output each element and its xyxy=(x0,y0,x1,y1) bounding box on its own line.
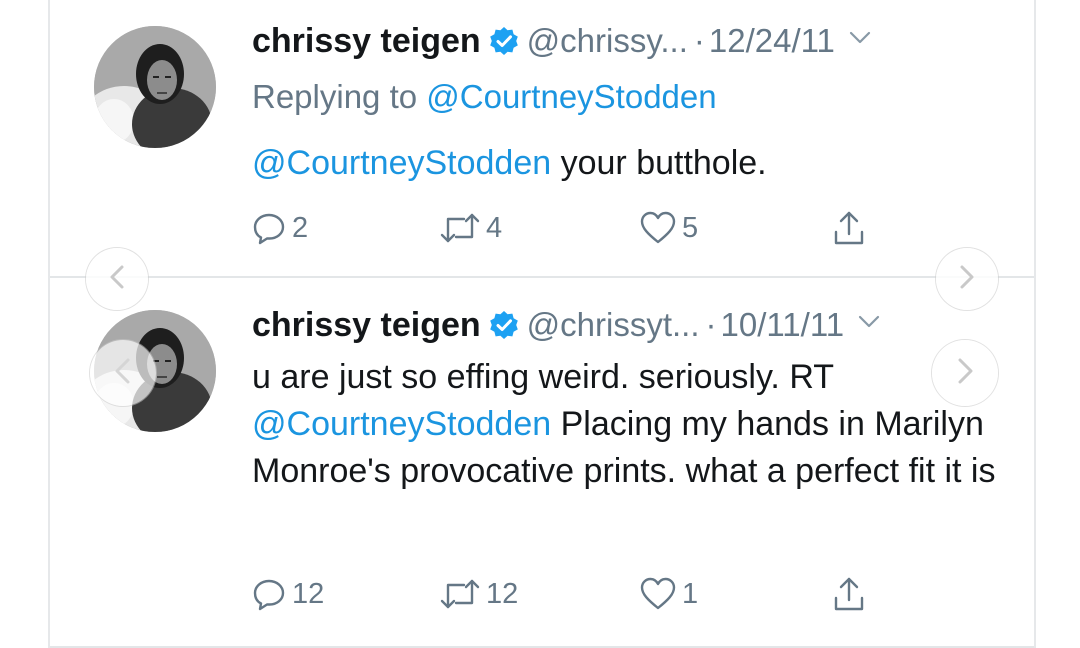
retweet-count: 12 xyxy=(486,577,519,610)
author-handle[interactable]: @chrissy... xyxy=(527,22,688,59)
replying-handle-link[interactable]: @CourtneyStodden xyxy=(426,78,716,115)
retweet-button[interactable]: 12 xyxy=(440,574,518,614)
heart-icon xyxy=(640,211,676,245)
like-button[interactable]: 1 xyxy=(640,574,698,614)
chevron-down-icon[interactable] xyxy=(858,314,880,330)
retweet-button[interactable]: 4 xyxy=(440,208,502,248)
mention-link[interactable]: @CourtneyStodden xyxy=(252,144,551,182)
like-count: 1 xyxy=(682,577,699,610)
share-button[interactable] xyxy=(832,574,866,614)
author-name[interactable]: chrissy teigen xyxy=(252,22,481,60)
share-button[interactable] xyxy=(832,208,866,248)
replying-prefix: Replying to xyxy=(252,78,427,115)
chevron-left-icon xyxy=(112,357,134,390)
tweet-header: chrissy teigen @chrissy... · 12/24/11 xyxy=(252,22,871,72)
retweet-icon xyxy=(440,211,480,245)
carousel-next-button[interactable] xyxy=(932,340,998,406)
share-icon xyxy=(832,576,866,612)
share-icon xyxy=(832,210,866,246)
tweet-actions: 2 4 5 xyxy=(252,208,892,248)
tweet-date[interactable]: 10/11/11 xyxy=(721,306,845,343)
reply-button[interactable]: 12 xyxy=(252,574,324,614)
author-name[interactable]: chrissy teigen xyxy=(252,306,481,344)
chevron-left-icon xyxy=(107,264,127,295)
author-handle[interactable]: @chrissyt... xyxy=(527,306,700,343)
chevron-right-icon xyxy=(954,357,976,390)
reply-count: 2 xyxy=(292,211,309,244)
separator: · xyxy=(693,22,705,59)
tweet-text-content: u are just so effing weird. seriously. R… xyxy=(252,358,834,396)
verified-badge-icon xyxy=(489,26,519,56)
tweet-2[interactable]: chrissy teigen @chrissyt... · 10/11/11 u ar… xyxy=(50,278,1034,648)
avatar[interactable] xyxy=(94,26,216,148)
tweet-thread: chrissy teigen @chrissy... · 12/24/11 Reply… xyxy=(48,0,1036,648)
tweet-text-content: your butthole. xyxy=(551,144,767,182)
reply-icon xyxy=(252,577,286,611)
carousel-prev-button[interactable] xyxy=(90,340,156,406)
reply-button[interactable]: 2 xyxy=(252,208,308,248)
separator: · xyxy=(705,306,717,343)
heart-icon xyxy=(640,577,676,611)
chevron-right-icon xyxy=(957,264,977,295)
reply-icon xyxy=(252,211,286,245)
carousel-prev-button[interactable] xyxy=(86,248,148,310)
tweet-text: u are just so effing weird. seriously. R… xyxy=(252,354,1012,495)
retweet-icon xyxy=(440,577,480,611)
tweet-1[interactable]: chrissy teigen @chrissy... · 12/24/11 Reply… xyxy=(50,0,1034,278)
chevron-down-icon[interactable] xyxy=(849,30,871,46)
mention-link[interactable]: @CourtneyStodden xyxy=(252,405,551,443)
tweet-date[interactable]: 12/24/11 xyxy=(709,22,835,59)
replying-to: Replying to @CourtneyStodden xyxy=(252,78,717,116)
retweet-count: 4 xyxy=(486,211,503,244)
carousel-next-button[interactable] xyxy=(936,248,998,310)
tweet-text: @CourtneyStodden your butthole. xyxy=(252,140,767,187)
like-count: 5 xyxy=(682,211,699,244)
reply-count: 12 xyxy=(292,577,325,610)
verified-badge-icon xyxy=(489,310,519,340)
like-button[interactable]: 5 xyxy=(640,208,698,248)
tweet-actions: 12 12 1 xyxy=(252,574,892,614)
tweet-header: chrissy teigen @chrissyt... · 10/11/11 xyxy=(252,306,880,356)
